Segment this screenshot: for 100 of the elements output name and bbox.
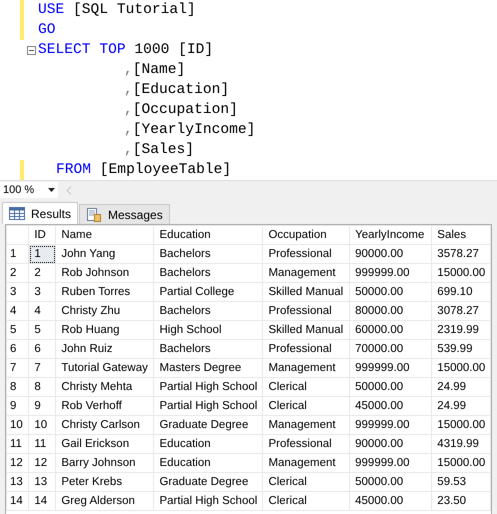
table-cell: 15000.00 [432, 358, 490, 378]
table-cell: 80000.00 [350, 302, 432, 320]
table-cell: Education [154, 454, 263, 472]
table-cell: 7 [28, 358, 56, 378]
table-cell: Barry Johnson [56, 454, 154, 472]
table-cell: Rob Huang [56, 320, 154, 340]
table-cell: 70000.00 [350, 340, 432, 358]
table-cell: Partial High School [154, 492, 263, 510]
table-cell: 11 [28, 434, 56, 454]
row-number[interactable]: 14 [6, 492, 29, 510]
result-tab[interactable]: Results [2, 202, 78, 224]
table-cell: Peter Krebs [56, 472, 154, 492]
table-cell: Clerical [262, 492, 350, 510]
code-line: ,[Sales] [123, 142, 194, 158]
result-tab[interactable]: Messages [79, 204, 170, 224]
grid-icon [9, 207, 25, 220]
table-cell: Bachelors [154, 244, 263, 264]
table-cell: Professional [262, 302, 350, 320]
table-cell: 15000.00 [432, 454, 490, 472]
table-cell: Clerical [262, 472, 350, 492]
row-number[interactable]: 9 [6, 396, 29, 416]
table-cell: Clerical [262, 378, 350, 396]
table-cell: 12 [28, 454, 56, 472]
table-cell: Management [262, 264, 350, 282]
table-cell: Management [262, 416, 350, 434]
row-number[interactable]: 12 [6, 454, 29, 472]
table-cell: 14 [28, 492, 56, 510]
table-cell: Education [154, 434, 263, 454]
code-line: ,[Occupation] [123, 102, 238, 118]
table-cell: 9 [28, 396, 56, 416]
row-number[interactable]: 13 [6, 472, 29, 492]
code-line: GO [38, 22, 56, 38]
table-cell: 60000.00 [350, 320, 432, 340]
table-cell: 13 [28, 472, 56, 492]
row-number[interactable]: 6 [6, 340, 29, 358]
table-cell: 15000.00 [432, 416, 490, 434]
table-cell: 999999.00 [350, 264, 432, 282]
table-cell: 50000.00 [350, 472, 432, 492]
column-header[interactable]: Sales [432, 226, 490, 244]
table-cell: 999999.00 [350, 358, 432, 378]
corner-header [6, 226, 29, 244]
table-cell: Management [262, 454, 350, 472]
table-cell: 45000.00 [350, 492, 432, 510]
table-cell: Skilled Manual [262, 320, 350, 340]
dropdown-arrow-icon[interactable] [48, 188, 55, 192]
code-line: ,[Name] [123, 62, 186, 78]
table-cell: 23.50 [432, 492, 490, 510]
table-cell: Professional [262, 434, 350, 454]
table-cell: 2319.99 [432, 320, 490, 340]
code-line: ,[YearlyIncome] [123, 122, 256, 138]
column-header[interactable]: Education [154, 226, 263, 244]
code-line: ,[Education] [123, 82, 230, 98]
document-icon [86, 206, 102, 222]
table-cell: Greg Alderson [56, 492, 154, 510]
table-cell: Graduate Degree [154, 472, 263, 492]
table-cell: Professional [262, 340, 350, 358]
row-number[interactable]: 5 [6, 320, 29, 340]
table-cell: 699.10 [432, 282, 490, 302]
table-cell: John Ruiz [56, 340, 154, 358]
table-cell: 1 [28, 244, 56, 264]
row-number[interactable]: 11 [6, 434, 29, 454]
row-number[interactable]: 2 [6, 264, 29, 282]
code-line: SELECT TOP 1000 [ID] [38, 42, 214, 58]
column-header[interactable]: Name [56, 226, 154, 244]
table-cell: Ruben Torres [56, 282, 154, 302]
table-cell: 5 [28, 320, 56, 340]
table-cell: Rob Verhoff [56, 396, 154, 416]
table-cell: 999999.00 [350, 454, 432, 472]
table-cell: 3578.27 [432, 244, 490, 264]
collapse-icon[interactable] [26, 46, 36, 54]
table-cell: 999999.00 [350, 416, 432, 434]
table-cell: 24.99 [432, 378, 490, 396]
code-line: FROM [EmployeeTable] [55, 162, 232, 178]
table-cell: Professional [262, 244, 350, 264]
table-cell: 24.99 [432, 396, 490, 416]
row-number[interactable]: 7 [6, 358, 29, 378]
table-cell: Bachelors [154, 302, 263, 320]
table-cell: 59.53 [432, 472, 490, 492]
table-cell: Gail Erickson [56, 434, 154, 454]
zoom-dropdown[interactable]: 100 % [0, 182, 58, 198]
table-cell: 10 [28, 416, 56, 434]
table-cell: High School [154, 320, 263, 340]
table-cell: 50000.00 [350, 282, 432, 302]
table-cell: 15000.00 [432, 264, 490, 282]
table-cell: 3078.27 [432, 302, 490, 320]
row-number[interactable]: 3 [6, 282, 29, 302]
table-cell: Graduate Degree [154, 416, 263, 434]
table-cell: 45000.00 [350, 396, 432, 416]
table-cell: Skilled Manual [262, 282, 350, 302]
row-number[interactable]: 10 [6, 416, 29, 434]
column-header[interactable]: YearlyIncome [350, 226, 432, 244]
table-cell: Christy Carlson [56, 416, 154, 434]
table-cell: Partial High School [154, 378, 263, 396]
table-cell: 8 [28, 378, 56, 396]
column-header[interactable]: Occupation [262, 226, 350, 244]
row-number[interactable]: 4 [6, 302, 29, 320]
row-number[interactable]: 8 [6, 378, 29, 396]
table-cell: 50000.00 [350, 378, 432, 396]
table-cell: Christy Mehta [56, 378, 154, 396]
table-cell: Bachelors [154, 340, 263, 358]
